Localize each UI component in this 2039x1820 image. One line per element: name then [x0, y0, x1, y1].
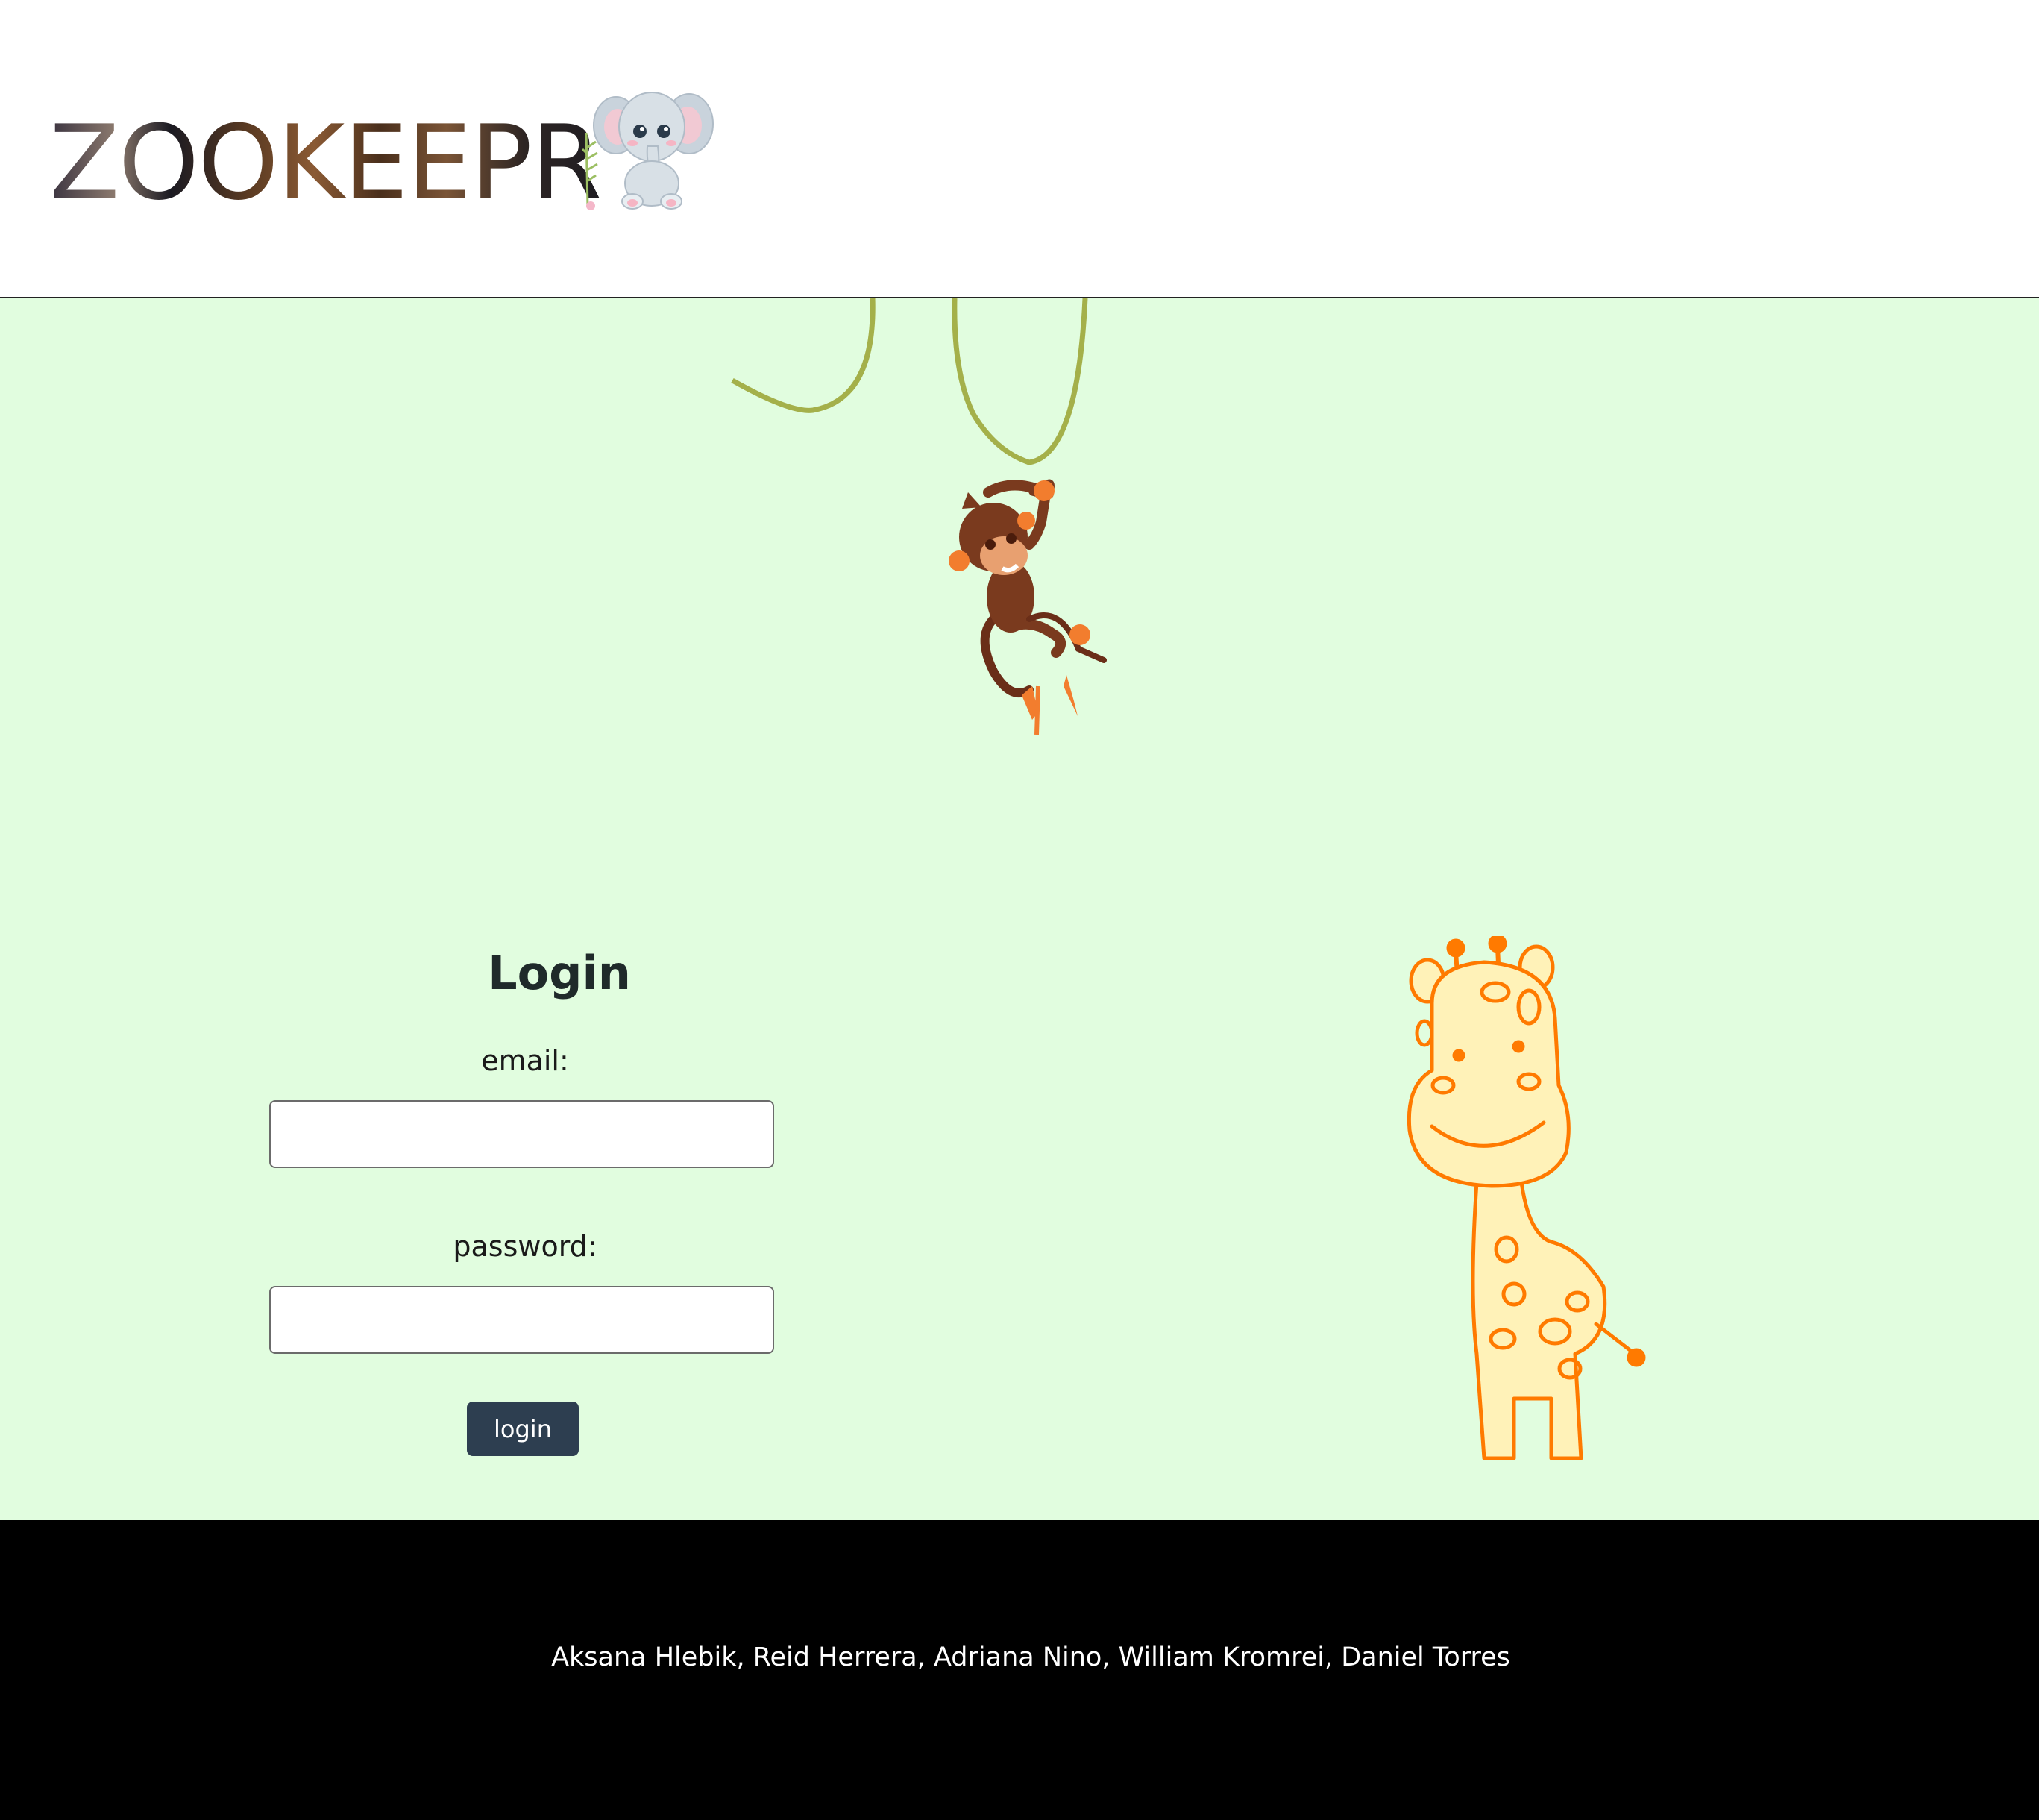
email-input[interactable]	[269, 1100, 774, 1168]
footer-credits: Aksana Hlebik, Reid Herrera, Adriana Nin…	[551, 1642, 1510, 1672]
login-title: Login	[488, 946, 631, 1000]
password-label: password:	[453, 1230, 597, 1263]
logo-text[interactable]: ZOOKEEPR	[49, 112, 603, 215]
giraffe-icon	[1407, 936, 1646, 1460]
password-input[interactable]	[269, 1286, 774, 1354]
login-button[interactable]: login	[467, 1402, 579, 1456]
site-header: ZOOKEEPR	[0, 0, 2039, 298]
monkey-icon	[731, 298, 1107, 735]
email-label: email:	[481, 1044, 569, 1077]
elephant-icon	[581, 92, 714, 210]
